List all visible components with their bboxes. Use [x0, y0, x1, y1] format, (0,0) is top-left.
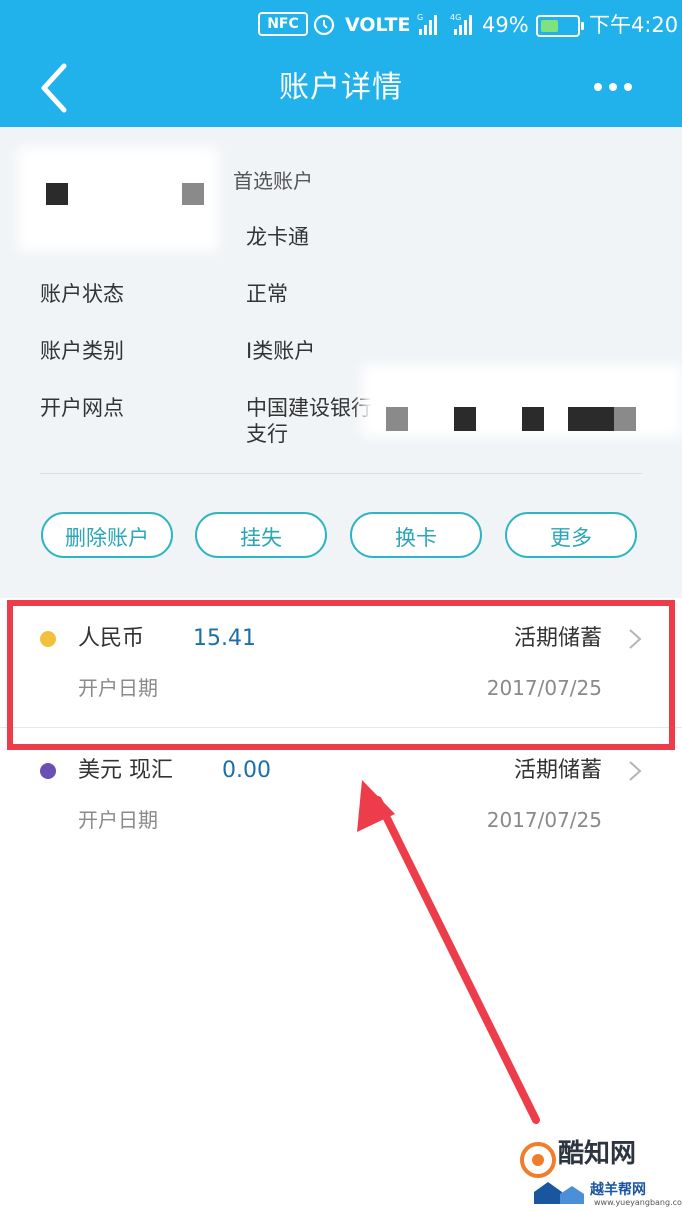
delete-account-button[interactable]: 删除账户: [41, 512, 173, 558]
nfc-indicator: NFC: [258, 12, 308, 36]
more-dots-icon: [594, 83, 632, 91]
more-actions-button[interactable]: 更多: [505, 512, 637, 558]
battery-icon: [536, 15, 584, 37]
app-header: NFC VOLTE G 4G 49% 下午4:20 账户详情: [0, 0, 682, 127]
watermark-house-icon: [534, 1182, 584, 1204]
branch-value-line2: 支行: [246, 422, 288, 446]
account-status-value: 正常: [246, 282, 288, 306]
privacy-mask: [46, 183, 68, 205]
sub-account-row-usd[interactable]: 美元 现汇 0.00 活期储蓄 开户日期 2017/07/25: [0, 730, 682, 860]
watermark-sub: 越羊帮网: [590, 1182, 646, 1198]
branch-value: 中国建设银行: [246, 396, 372, 420]
watermark-name: 酷知网: [558, 1139, 637, 1169]
phone-screen: NFC VOLTE G 4G 49% 下午4:20 账户详情 首选账户 龙卡通 …: [0, 0, 682, 1212]
open-date-label: 开户日期: [78, 808, 158, 832]
open-date-value: 2017/07/25: [486, 808, 602, 832]
alarm-icon: [312, 11, 336, 39]
report-loss-button[interactable]: 挂失: [195, 512, 327, 558]
sub-account-row-cny[interactable]: 人民币 15.41 活期储蓄 开户日期 2017/07/25: [0, 598, 682, 728]
account-category-value: I类账户: [246, 339, 316, 363]
balance-amount: 15.41: [193, 626, 256, 651]
preferred-account-tag: 首选账户: [233, 169, 313, 193]
privacy-mask: [386, 407, 408, 431]
row-divider: [0, 727, 682, 728]
account-status-label: 账户状态: [40, 282, 124, 306]
currency-dot: [40, 631, 56, 647]
currency-name: 人民币: [78, 626, 145, 651]
volte-indicator: VOLTE: [345, 14, 411, 36]
signal-icon: G: [417, 11, 439, 39]
privacy-mask: [568, 407, 614, 431]
signal-2-label: 4G: [450, 13, 461, 22]
privacy-mask: [182, 183, 204, 205]
privacy-mask: [614, 407, 636, 431]
battery-level: [541, 20, 558, 32]
balance-amount: 0.00: [222, 758, 271, 783]
card-name: 龙卡通: [246, 225, 309, 249]
watermark-logo-icon: [520, 1142, 556, 1178]
battery-percent: 49%: [482, 13, 529, 37]
clock: 下午4:20: [589, 13, 679, 37]
privacy-mask: [522, 407, 544, 431]
account-type: 活期储蓄: [513, 758, 602, 783]
more-button[interactable]: [592, 76, 634, 98]
divider: [40, 473, 642, 474]
account-type: 活期储蓄: [513, 626, 602, 651]
open-date-label: 开户日期: [78, 676, 158, 700]
branch-label: 开户网点: [40, 396, 124, 420]
account-category-label: 账户类别: [40, 339, 124, 363]
signal-1-label: G: [417, 13, 423, 22]
status-bar: NFC VOLTE G 4G 49% 下午4:20: [0, 0, 682, 50]
signal-4g-icon: 4G: [450, 11, 474, 39]
replace-card-button[interactable]: 换卡: [350, 512, 482, 558]
currency-dot: [40, 763, 56, 779]
chevron-right-icon: [629, 761, 642, 781]
open-date-value: 2017/07/25: [486, 676, 602, 700]
watermark: 酷知网 越羊帮网 www.yueyangbang.com: [518, 1134, 682, 1212]
watermark-url: www.yueyangbang.com: [594, 1198, 682, 1207]
privacy-mask: [454, 407, 476, 431]
chevron-right-icon: [629, 629, 642, 649]
currency-name: 美元 现汇: [78, 758, 173, 783]
page-title: 账户详情: [279, 70, 403, 105]
account-info-panel: 首选账户 龙卡通 账户状态 正常 账户类别 I类账户 开户网点 中国建设银行 支…: [0, 127, 682, 598]
